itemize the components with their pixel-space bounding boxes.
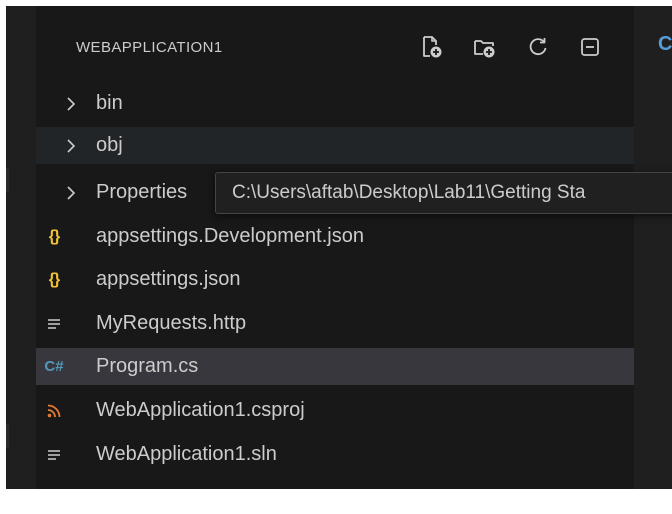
chevron-right-icon[interactable] <box>62 127 80 164</box>
gutter-marker <box>6 424 9 448</box>
chevron-right-icon[interactable] <box>62 174 80 211</box>
tree-item-label: appsettings.Development.json <box>96 225 364 247</box>
tree-item-webapplication1-sln[interactable]: WebApplication1.sln <box>36 436 634 473</box>
tree-item-myrequests-http[interactable]: MyRequests.http <box>36 305 634 342</box>
collapse-all-icon[interactable] <box>578 34 602 60</box>
tree-item-obj[interactable]: obj <box>36 127 634 164</box>
text-file-icon <box>44 436 64 473</box>
tree-item-appsettings-development-json[interactable]: {} appsettings.Development.json <box>36 218 634 255</box>
tree-item-webapplication1-csproj[interactable]: WebApplication1.csproj <box>36 392 634 429</box>
csharp-icon: C# <box>44 358 64 375</box>
chevron-right-icon[interactable] <box>62 85 80 122</box>
tree-item-label: appsettings.json <box>96 268 241 290</box>
tree-item-appsettings-json[interactable]: {} appsettings.json <box>36 261 634 298</box>
tree-item-label: obj <box>96 134 123 156</box>
tree-item-label: Program.cs <box>96 355 199 377</box>
json-icon: {} <box>48 270 60 288</box>
rss-icon <box>44 392 64 429</box>
tree-item-label: WebApplication1.csproj <box>96 399 305 421</box>
explorer-title: WEBAPPLICATION1 <box>76 39 223 56</box>
path-tooltip: C:\Users\aftab\Desktop\Lab11\Getting Sta <box>215 172 672 214</box>
tree-item-label: Properties <box>96 181 188 203</box>
tree-item-label: bin <box>96 92 123 114</box>
text-file-icon <box>44 305 64 342</box>
tree-item-program-cs[interactable]: C# Program.cs <box>36 348 634 385</box>
editor-area <box>634 6 672 489</box>
refresh-icon[interactable] <box>526 34 550 60</box>
tree-item-label: WebApplication1.sln <box>96 443 277 465</box>
activity-gutter <box>6 6 36 489</box>
tree-item-bin[interactable]: bin <box>36 85 634 122</box>
tree-item-label: MyRequests.http <box>96 312 247 334</box>
gutter-marker <box>6 168 9 192</box>
window-border-bottom <box>0 489 672 514</box>
editor-tab-icon[interactable]: C <box>658 34 672 54</box>
new-folder-icon[interactable] <box>473 34 497 60</box>
json-icon: {} <box>48 227 60 245</box>
new-file-icon[interactable] <box>420 34 444 60</box>
